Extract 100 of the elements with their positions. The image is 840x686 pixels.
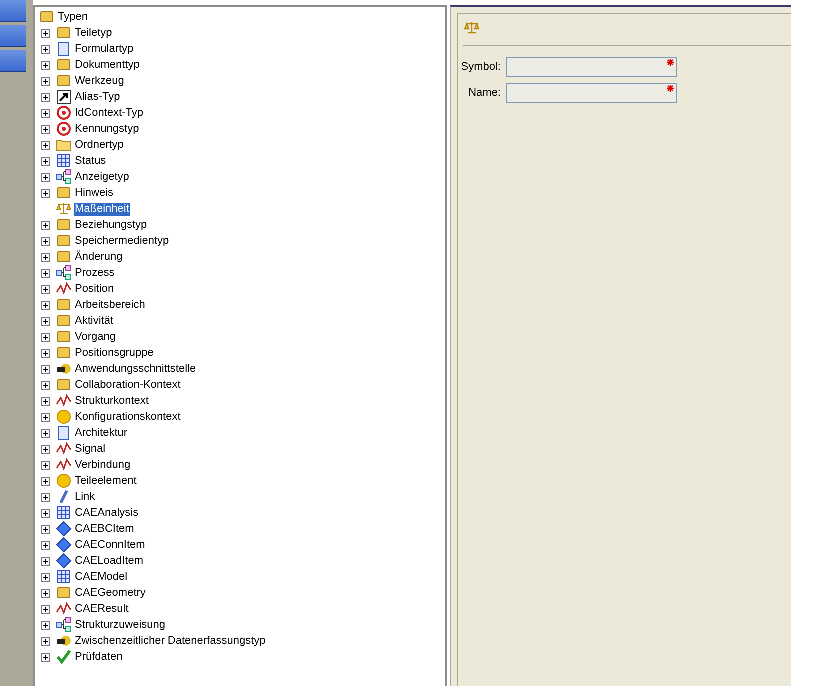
tree-item[interactable]: Position [74,282,116,296]
diamond-icon [56,521,72,537]
tree-item[interactable]: Verbindung [74,458,132,472]
tree-item[interactable]: Kennungstyp [74,122,140,136]
tree-item[interactable]: CAEModel [74,570,129,584]
expand-icon[interactable] [41,380,50,390]
tree-item[interactable]: Anzeigetyp [74,170,130,184]
tree-item[interactable]: IdContext-Typ [74,106,144,120]
diamond-icon [56,537,72,553]
expand-icon[interactable] [41,300,50,310]
expand-icon[interactable] [41,124,50,134]
tree-item[interactable]: Konfigurationskontext [74,410,182,424]
circle-icon [56,473,72,489]
shortcut-icon [56,89,72,105]
tree-item[interactable]: CAEAnalysis [74,506,140,520]
expand-icon[interactable] [41,572,50,582]
expand-icon[interactable] [41,236,50,246]
tree-item[interactable]: Strukturkontext [74,394,150,408]
expand-icon[interactable] [41,492,50,502]
input-field[interactable] [506,57,677,77]
tree-item[interactable]: CAEResult [74,602,130,616]
expand-icon[interactable] [41,172,50,182]
tree-item[interactable]: Zwischenzeitlicher Datenerfassungstyp [74,634,267,648]
scales-icon [464,21,480,35]
tree-item[interactable]: Teiletyp [74,26,114,40]
tree-item[interactable]: Collaboration-Kontext [74,378,182,392]
tree-item[interactable]: Ordnertyp [74,138,125,152]
expand-icon[interactable] [41,76,50,86]
tree-item[interactable]: Alias-Typ [74,90,122,104]
expand-icon[interactable] [41,620,50,630]
tree-item[interactable]: Architektur [74,426,129,440]
expand-icon[interactable] [41,652,50,662]
expand-icon[interactable] [41,44,50,54]
box-icon [56,217,72,233]
tree-item[interactable]: Signal [74,442,107,456]
field-label: Symbol: [460,61,501,73]
tree-item[interactable]: Strukturzuweisung [74,618,166,632]
document-icon [56,425,72,441]
tree-item[interactable]: Speichermedientyp [74,234,170,248]
tree-item[interactable]: Vorgang [74,330,117,344]
nav-button[interactable] [0,0,26,22]
expand-icon[interactable] [41,316,50,326]
tree-item[interactable]: Prüfdaten [74,650,124,664]
tree-item[interactable]: Aktivität [74,314,115,328]
signal-icon [56,457,72,473]
tree-item[interactable]: Teileelement [74,474,138,488]
tree-root-label[interactable]: Typen [57,10,89,24]
tree-item[interactable]: Positionsgruppe [74,346,155,360]
expand-icon[interactable] [41,60,50,70]
expand-icon[interactable] [41,332,50,342]
tree-item[interactable]: Status [74,154,108,168]
tree-item[interactable]: Formulartyp [74,42,135,56]
input-field[interactable] [506,83,677,103]
signal-icon [56,393,72,409]
nav-button[interactable] [0,50,26,72]
expand-icon[interactable] [41,28,50,38]
expand-icon[interactable] [41,588,50,598]
expand-icon[interactable] [41,156,50,166]
box-icon [56,329,72,345]
expand-icon[interactable] [41,364,50,374]
tree-item[interactable]: Maßeinheit [74,202,130,216]
box-icon [56,25,72,41]
tree-item[interactable]: Arbeitsbereich [74,298,146,312]
expand-icon[interactable] [41,268,50,278]
expand-icon[interactable] [41,188,50,198]
nav-button[interactable] [0,25,26,47]
tree-item[interactable]: Dokumenttyp [74,58,141,72]
tree-item[interactable]: Link [74,490,96,504]
tree-item[interactable]: Beziehungstyp [74,218,148,232]
expand-icon[interactable] [41,476,50,486]
expand-icon[interactable] [41,108,50,118]
expand-icon[interactable] [41,636,50,646]
expand-icon[interactable] [41,220,50,230]
expand-icon[interactable] [41,604,50,614]
expand-icon[interactable] [41,252,50,262]
expand-icon[interactable] [41,460,50,470]
tree-item[interactable]: Anwendungsschnittstelle [74,362,198,376]
tree-item[interactable]: CAEConnItem [74,538,146,552]
expand-icon[interactable] [41,140,50,150]
tree-item[interactable]: CAELoadItem [74,554,144,568]
expand-icon[interactable] [41,412,50,422]
tree-item[interactable]: Prozess [74,266,116,280]
plug-icon [56,633,72,649]
tree-item[interactable]: Werkzeug [74,74,126,88]
expand-icon[interactable] [41,524,50,534]
tree-item[interactable]: Hinweis [74,186,115,200]
check-icon [56,649,72,665]
expand-icon[interactable] [41,508,50,518]
expand-icon[interactable] [41,284,50,294]
expand-icon[interactable] [41,92,50,102]
expand-icon[interactable] [41,428,50,438]
expand-icon[interactable] [41,348,50,358]
tree-item[interactable]: CAEGeometry [74,586,147,600]
expand-icon[interactable] [41,556,50,566]
grid-icon [56,153,72,169]
expand-icon[interactable] [41,444,50,454]
tree-item[interactable]: Änderung [74,250,124,264]
expand-icon[interactable] [41,396,50,406]
tree-item[interactable]: CAEBCItem [74,522,136,536]
expand-icon[interactable] [41,540,50,550]
